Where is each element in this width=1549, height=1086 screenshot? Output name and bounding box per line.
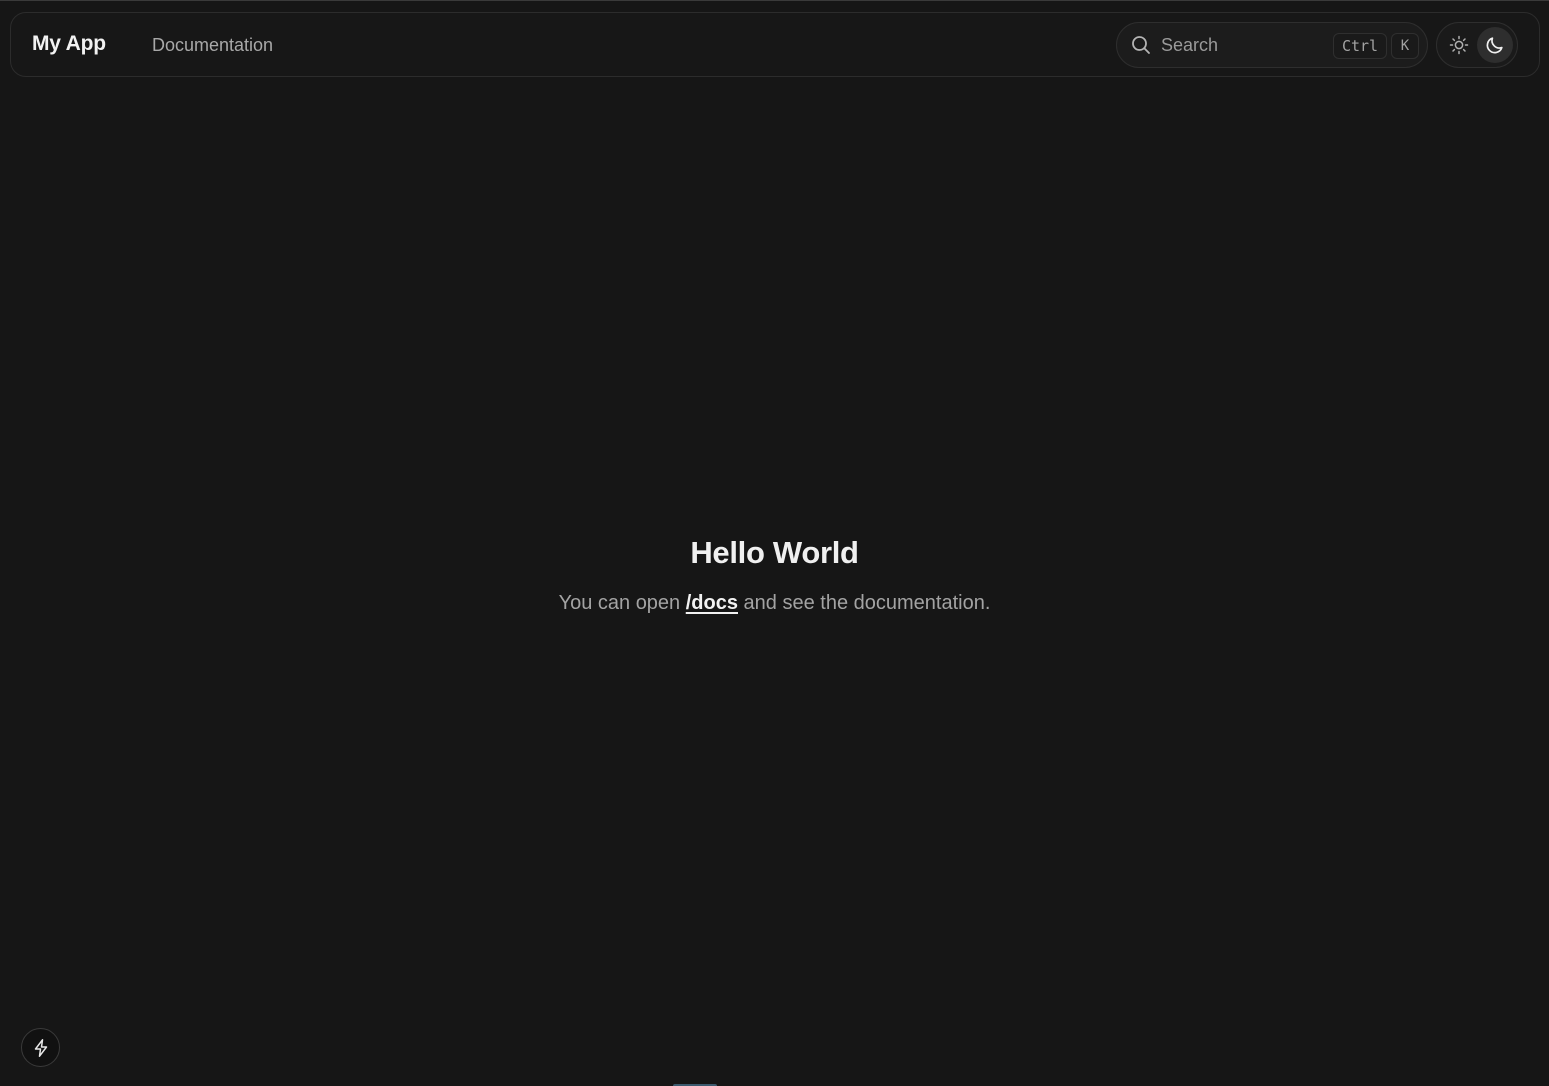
shortcut-ctrl-key: Ctrl (1333, 33, 1387, 59)
light-theme-button[interactable] (1441, 27, 1477, 63)
top-navbar: My App Documentation Search Ctrl K (10, 12, 1540, 77)
search-button[interactable]: Search Ctrl K (1116, 22, 1428, 68)
lightning-bolt-icon (31, 1038, 51, 1058)
search-icon (1131, 35, 1151, 55)
app-page: My App Documentation Search Ctrl K Hello… (0, 0, 1549, 1086)
moon-icon (1485, 35, 1505, 55)
shortcut-k-key: K (1391, 33, 1419, 59)
hero-text-after: and see the documentation. (738, 592, 991, 614)
hero-section: Hello World You can open /docs and see t… (0, 533, 1549, 616)
search-placeholder: Search (1161, 35, 1219, 55)
sun-icon (1449, 35, 1469, 55)
devtools-button[interactable] (21, 1028, 60, 1067)
theme-toggle (1436, 22, 1518, 68)
page-title: Hello World (690, 535, 859, 570)
docs-link[interactable]: /docs (686, 592, 738, 614)
nav-link-documentation[interactable]: Documentation (152, 35, 273, 56)
dark-theme-button[interactable] (1477, 27, 1513, 63)
hero-text-before: You can open (558, 592, 686, 614)
hero-description: You can open /docs and see the documenta… (0, 590, 1549, 616)
brand-logo-link[interactable]: My App (32, 32, 106, 56)
